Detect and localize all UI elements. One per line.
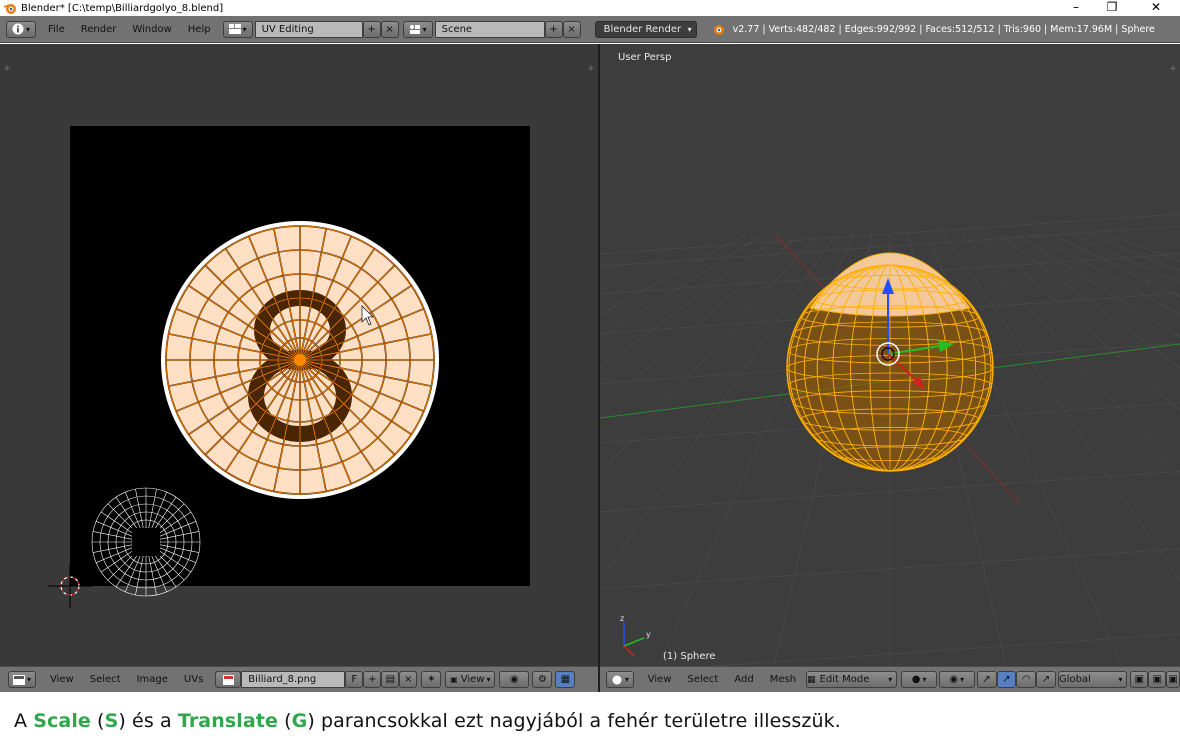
3d-viewport[interactable]: z y User Persp (1) Sphere + — [600, 44, 1180, 666]
uv-canvas[interactable] — [0, 44, 598, 666]
image-editor-icon[interactable]: ▾ — [8, 671, 36, 688]
render-engine-label: Blender Render — [603, 23, 682, 35]
image-browse-icon[interactable] — [215, 671, 242, 688]
pivot-point-icon[interactable]: ◉ ▾ — [938, 671, 975, 688]
view-axis-widget — [623, 622, 645, 657]
image-name-field[interactable]: Billiard_8.png — [241, 671, 346, 688]
window-title: Blender* [C:\temp\Billiardgolyo_8.blend] — [21, 2, 224, 14]
caption-text: ( — [277, 710, 292, 732]
viewport-shading-icon[interactable]: ● ▾ — [901, 671, 937, 688]
menu-help[interactable]: Help — [180, 24, 219, 35]
tutorial-caption: A Scale (S) és a Translate (G) parancsok… — [0, 692, 1180, 742]
chevron-down-icon: ▾ — [687, 24, 692, 34]
add-scene-button[interactable]: + — [544, 20, 563, 38]
scale-manipulator-icon[interactable]: ↗ — [1036, 671, 1057, 688]
image-icon: ▣ — [450, 675, 458, 684]
axis-label-z: z — [620, 614, 625, 623]
uv-menu-select[interactable]: Select — [82, 674, 129, 685]
chevron-down-icon: ▾ — [888, 675, 893, 684]
caption-scale-key: S — [104, 710, 119, 732]
remove-screen-button[interactable]: × — [380, 20, 399, 38]
uv-view-select[interactable]: ▣ View ▾ — [445, 671, 496, 688]
caption-text: ( — [90, 710, 105, 732]
mode-select[interactable]: ▦ Edit Mode ▾ — [806, 671, 898, 688]
edit-mode-icon: ▦ — [807, 674, 816, 685]
caption-text: ) és a — [118, 710, 178, 732]
edge-select-mode-icon[interactable]: ▣ — [1148, 671, 1167, 688]
view-name-label: User Persp — [618, 52, 672, 63]
pin-icon[interactable]: ✶ — [421, 671, 442, 688]
unlink-image-button[interactable]: × — [399, 671, 418, 688]
area-split-handle[interactable]: + — [1168, 64, 1178, 74]
chevron-down-icon: ▾ — [1118, 675, 1123, 684]
open-image-button[interactable]: ▤ — [381, 671, 400, 688]
new-image-button[interactable]: + — [363, 671, 382, 688]
translate-manipulator-icon[interactable]: ↗ — [996, 671, 1017, 688]
orientation-select[interactable]: Global ▾ — [1058, 671, 1128, 688]
sync-selection-icon[interactable]: ⚙ — [532, 671, 553, 688]
info-header: ▾ File Render Window Help ▾ UV Editing +… — [0, 16, 1180, 43]
active-object-label: (1) Sphere — [663, 651, 716, 662]
blender-logo-icon — [713, 25, 724, 35]
manipulator-toggle-icon[interactable]: ↗ — [976, 671, 997, 688]
close-button[interactable]: ✕ — [1136, 0, 1176, 16]
viewport-menu-view[interactable]: View — [640, 674, 680, 685]
minimize-button[interactable]: – — [1056, 0, 1096, 16]
uv-view-label: View — [460, 674, 485, 685]
blender-window: Blender* [C:\temp\Billiardgolyo_8.blend]… — [0, 0, 1180, 742]
info-editor-icon[interactable]: ▾ — [6, 20, 36, 38]
uv-island-selected[interactable] — [165, 225, 435, 495]
window-titlebar: Blender* [C:\temp\Billiardgolyo_8.blend]… — [0, 0, 1180, 16]
screen-layout-icon[interactable]: ▾ — [222, 20, 253, 38]
pivot-icon[interactable]: ◉ — [499, 671, 530, 688]
restore-button[interactable]: ❐ — [1092, 0, 1132, 16]
vertex-select-icon[interactable]: ▦ — [555, 671, 576, 688]
remove-scene-button[interactable]: × — [562, 20, 581, 38]
caption-text: A — [14, 710, 34, 732]
orientation-label: Global — [1059, 674, 1091, 685]
uv-menu-view[interactable]: View — [42, 674, 82, 685]
mode-label: Edit Mode — [819, 674, 870, 685]
scene-statistics: v2.77 | Verts:482/482 | Edges:992/992 | … — [732, 23, 1155, 35]
screen-layout-field[interactable]: UV Editing — [254, 20, 363, 38]
uv-editor-header: ▾ View Select Image UVs Billiard_8.png F… — [0, 666, 598, 692]
menu-render[interactable]: Render — [73, 24, 125, 35]
viewport-editor-icon[interactable]: ▾ — [606, 671, 634, 688]
rotate-manipulator-icon[interactable]: ◠ — [1016, 671, 1037, 688]
vertex-select-mode-icon[interactable]: ▣ — [1130, 671, 1149, 688]
scene-field[interactable]: Scene — [434, 20, 545, 38]
caption-text: ) parancsokkal ezt nagyjából a fehér ter… — [307, 710, 841, 732]
menu-file[interactable]: File — [40, 24, 73, 35]
viewport-menu-select[interactable]: Select — [680, 674, 727, 685]
scene-icon[interactable]: ▾ — [402, 20, 433, 38]
caption-translate-key: G — [291, 710, 308, 732]
viewport-canvas[interactable] — [600, 44, 1180, 666]
render-engine-select[interactable]: Blender Render ▾ — [594, 20, 697, 38]
uv-image-editor[interactable]: + + — [0, 44, 598, 666]
chevron-down-icon: ▾ — [486, 675, 491, 684]
add-screen-button[interactable]: + — [362, 20, 381, 38]
fake-user-button[interactable]: F — [345, 671, 364, 688]
caption-scale-keyword: Scale — [33, 710, 91, 732]
axis-label-y: y — [646, 630, 651, 639]
viewport-menu-add[interactable]: Add — [726, 674, 761, 685]
uv-island-unselected[interactable] — [91, 487, 201, 597]
viewport-menu-mesh[interactable]: Mesh — [762, 674, 804, 685]
uv-menu-image[interactable]: Image — [129, 674, 176, 685]
face-select-mode-icon[interactable]: ▣ — [1166, 671, 1180, 688]
caption-translate-keyword: Translate — [177, 710, 278, 732]
blender-logo-icon — [3, 4, 16, 14]
menu-window[interactable]: Window — [124, 24, 179, 35]
uv-menu-uvs[interactable]: UVs — [176, 674, 211, 685]
3d-viewport-header: ▾ View Select Add Mesh ▦ Edit Mode ▾ ● ▾ … — [600, 666, 1180, 692]
